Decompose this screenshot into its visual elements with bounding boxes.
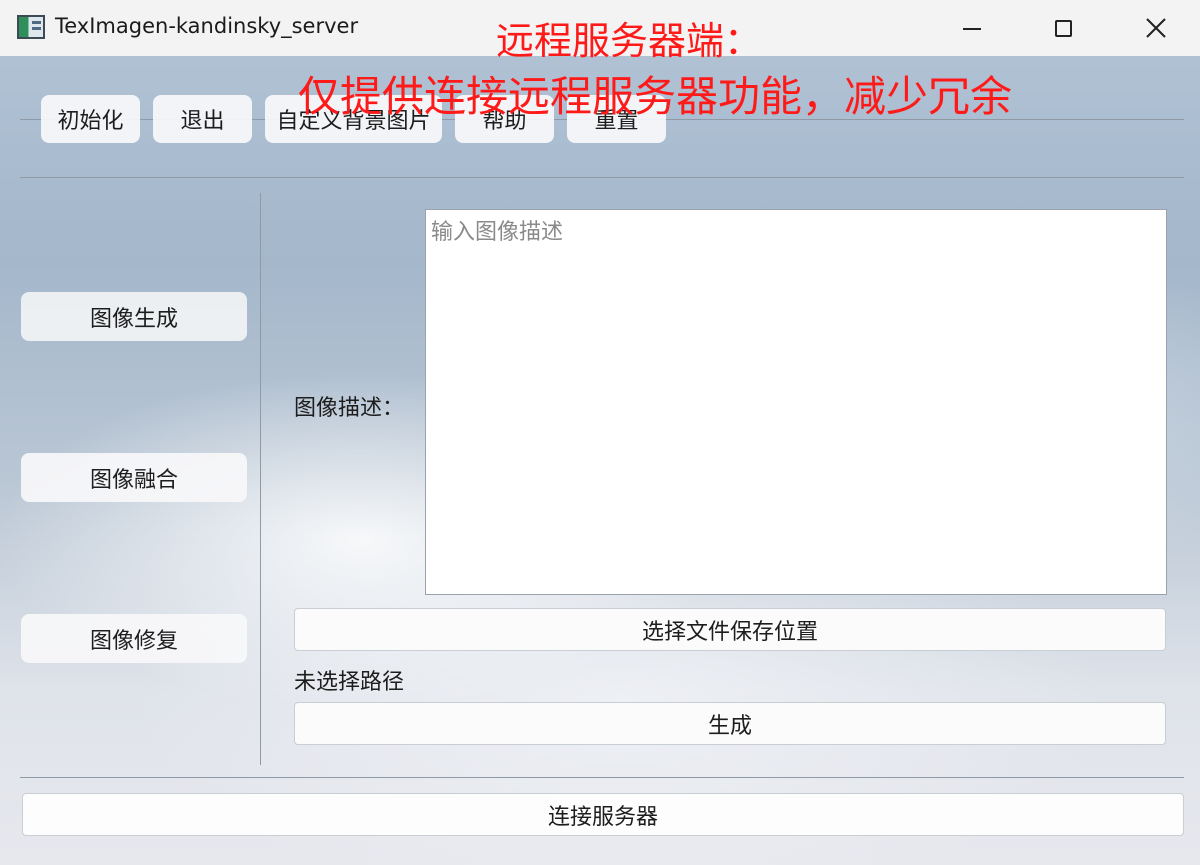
sidebar-item-image-generation[interactable]: 图像生成 bbox=[21, 292, 247, 341]
app-window: TexImagen-kandinsky_server 初始化 退出 自定义背景图… bbox=[0, 0, 1200, 865]
init-button[interactable]: 初始化 bbox=[41, 95, 140, 143]
annotation-title: 远程服务器端： bbox=[496, 19, 763, 63]
description-label: 图像描述： bbox=[294, 396, 405, 421]
close-icon bbox=[1146, 18, 1166, 38]
annotation-subtitle: 仅提供连接远程服务器功能，减少冗余 bbox=[298, 72, 1013, 121]
sidebar-item-image-fusion[interactable]: 图像融合 bbox=[21, 453, 247, 502]
minimize-icon bbox=[963, 28, 981, 30]
exit-button[interactable]: 退出 bbox=[153, 95, 252, 143]
description-input[interactable] bbox=[425, 209, 1167, 595]
toolbar-bottom-divider bbox=[20, 177, 1184, 178]
minimize-button[interactable] bbox=[942, 0, 1002, 56]
maximize-icon bbox=[1054, 19, 1072, 37]
close-button[interactable] bbox=[1126, 0, 1186, 56]
footer-divider bbox=[20, 777, 1184, 778]
connect-server-button[interactable]: 连接服务器 bbox=[22, 793, 1184, 836]
app-icon bbox=[17, 15, 45, 39]
sidebar-divider bbox=[260, 193, 261, 765]
select-save-location-button[interactable]: 选择文件保存位置 bbox=[294, 608, 1166, 651]
window-title: TexImagen-kandinsky_server bbox=[55, 14, 359, 38]
generate-button[interactable]: 生成 bbox=[294, 702, 1166, 745]
sidebar-item-image-repair[interactable]: 图像修复 bbox=[21, 614, 247, 663]
maximize-button[interactable] bbox=[1033, 0, 1093, 56]
save-path-status: 未选择路径 bbox=[294, 670, 405, 695]
